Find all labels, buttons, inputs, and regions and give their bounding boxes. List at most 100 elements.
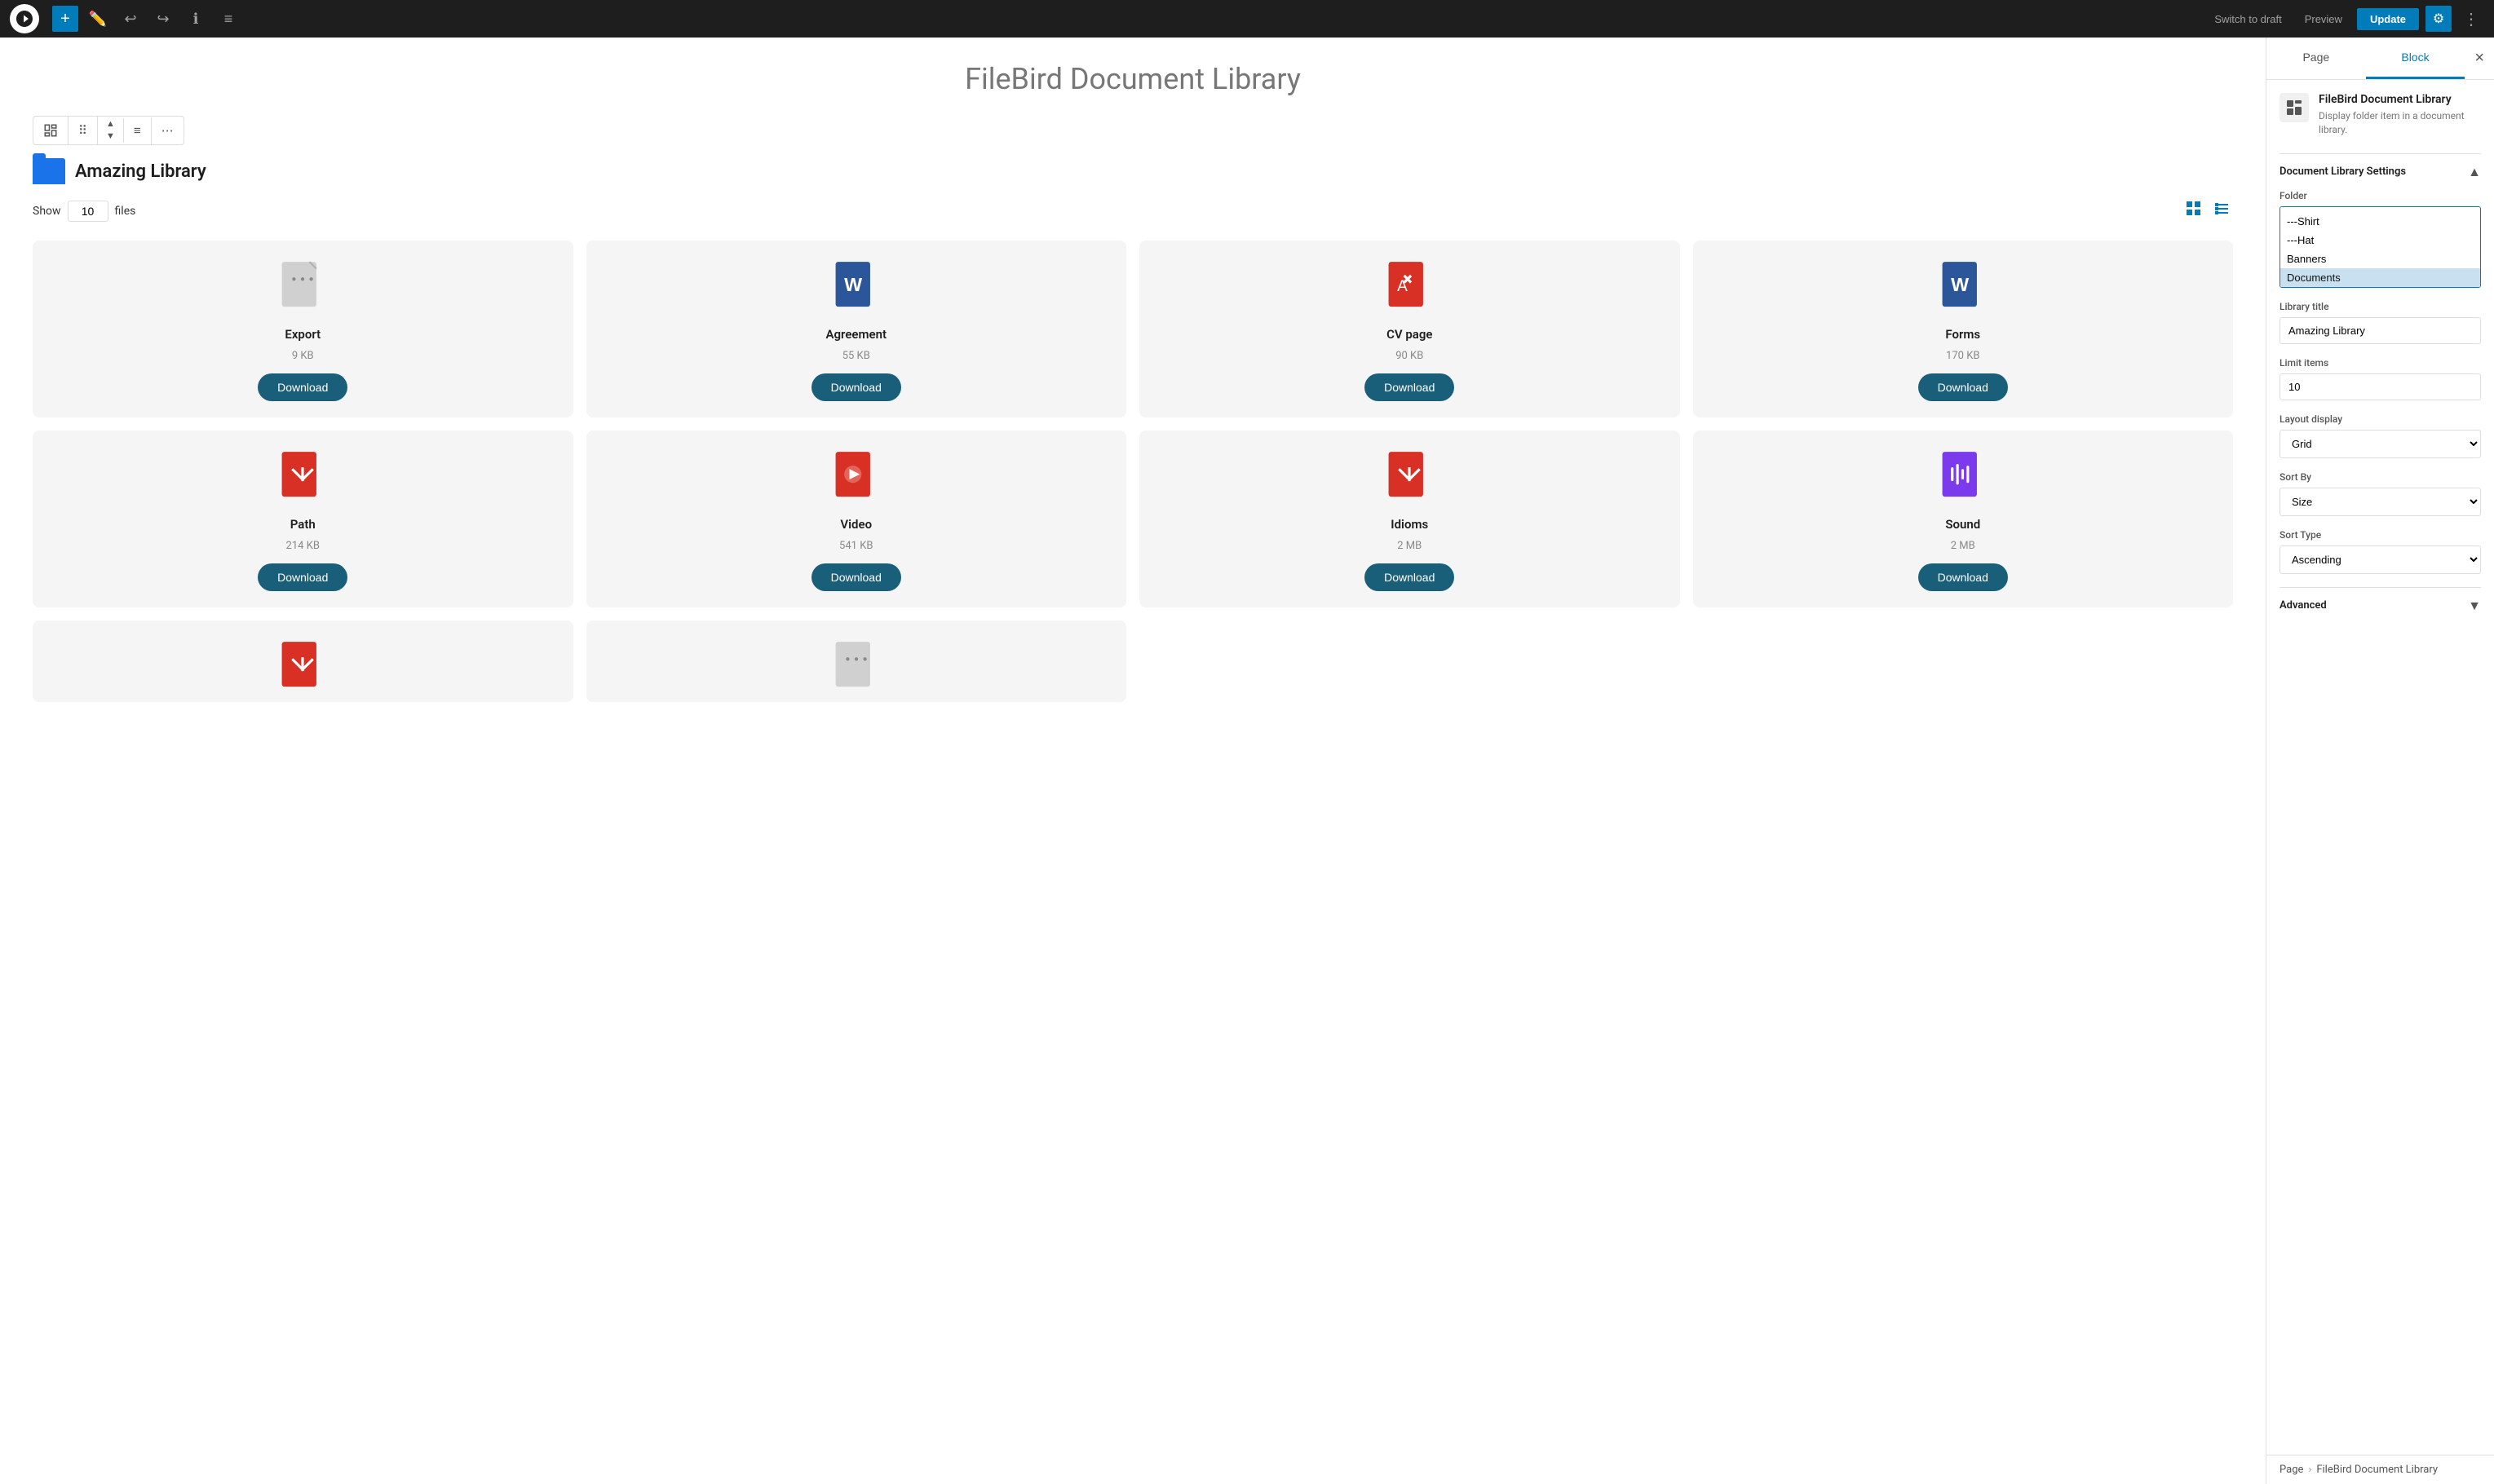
more-block-options-button[interactable]: ⋯ [152, 117, 184, 144]
settings-header[interactable]: Document Library Settings ▲ [2280, 153, 2481, 190]
file-icon-partial-2 [830, 640, 882, 699]
tab-page[interactable]: Page [2266, 38, 2366, 79]
file-card-partial-1 [33, 621, 573, 702]
preview-button[interactable]: Preview [2297, 8, 2350, 30]
download-button-2[interactable]: Download [1364, 373, 1454, 401]
file-size-7: 2 MB [1951, 540, 1975, 552]
folder-icon [33, 158, 65, 184]
move-up-button[interactable]: ▲ [98, 118, 123, 130]
files-label: files [115, 205, 136, 218]
file-icon-forms: W [1937, 260, 1989, 319]
breadcrumb-separator: › [2308, 1464, 2311, 1476]
download-button-4[interactable]: Download [258, 563, 347, 591]
folder-option-4[interactable]: Banners [2280, 250, 2480, 268]
show-files-control: Show files [33, 201, 135, 222]
settings-section: Document Library Settings ▲ Folder -Fash… [2280, 153, 2481, 574]
file-size-5: 541 KB [839, 540, 873, 552]
view-toggle [2182, 197, 2233, 224]
update-button[interactable]: Update [2357, 8, 2419, 30]
download-button-5[interactable]: Download [811, 563, 901, 591]
grid-view-button[interactable] [2182, 197, 2205, 224]
align-button[interactable]: ≡ [124, 117, 152, 144]
library-title-input[interactable] [2280, 317, 2481, 344]
drag-button[interactable]: ⠿ [69, 117, 98, 144]
folder-option-2[interactable]: ---Shirt [2280, 212, 2480, 231]
file-card-cv: A CV page 90 KB Download [1139, 241, 1680, 417]
sort-type-select[interactable]: Ascending Descending [2280, 545, 2481, 574]
tools-button[interactable]: ≡ [215, 6, 241, 32]
block-toolbar: ⠿ ▲ ▼ ≡ ⋯ [33, 116, 184, 145]
library-name: Amazing Library [75, 161, 206, 182]
more-options-button[interactable]: ⋮ [2458, 6, 2484, 32]
file-card-path: Path 214 KB Download [33, 431, 573, 607]
file-grid-row3-partial [33, 621, 2233, 702]
download-button-6[interactable]: Download [1364, 563, 1454, 591]
file-size-6: 2 MB [1397, 540, 1422, 552]
tab-block[interactable]: Block [2366, 38, 2465, 79]
folder-option-5[interactable]: Documents [2280, 268, 2480, 287]
limit-items-input[interactable] [2280, 373, 2481, 400]
svg-text:W: W [1951, 274, 1969, 295]
library-title-field-group: Library title [2280, 301, 2481, 344]
file-icon-sound [1937, 450, 1989, 509]
folder-field-group: Folder -Fashion --Women's ---Shirt ---Ha… [2280, 190, 2481, 288]
file-icon-video [830, 450, 882, 509]
file-icon-agreement: W [830, 260, 882, 319]
block-info-desc: Display folder item in a document librar… [2319, 109, 2481, 137]
download-button-0[interactable]: Download [258, 373, 347, 401]
undo-button[interactable]: ↩ [117, 6, 144, 32]
sort-by-label: Sort By [2280, 471, 2481, 483]
download-button-7[interactable]: Download [1918, 563, 2008, 591]
move-buttons: ▲ ▼ [98, 118, 124, 143]
list-view-button[interactable] [2210, 197, 2233, 224]
wp-logo [10, 4, 39, 33]
file-card-video: Video 541 KB Download [586, 431, 1127, 607]
sort-by-select[interactable]: Name Size Date [2280, 488, 2481, 516]
limit-items-field-group: Limit items [2280, 357, 2481, 400]
sort-by-field-group: Sort By Name Size Date [2280, 471, 2481, 516]
settings-gear-button[interactable]: ⚙ [2425, 6, 2452, 32]
file-icon-idioms [1383, 450, 1435, 509]
folder-option-3[interactable]: ---Hat [2280, 231, 2480, 250]
file-card-forms: W Forms 170 KB Download [1693, 241, 2234, 417]
layout-select[interactable]: Grid List [2280, 430, 2481, 458]
switch-to-draft-button[interactable]: Switch to draft [2206, 8, 2289, 30]
file-card-agreement: W Agreement 55 KB Download [586, 241, 1127, 417]
sidebar-close-button[interactable]: × [2465, 38, 2494, 79]
download-button-1[interactable]: Download [811, 373, 901, 401]
sidebar-tabs: Page Block × [2266, 38, 2494, 80]
file-name-0: Export [285, 327, 321, 342]
library-title-label: Library title [2280, 301, 2481, 312]
folder-option-1[interactable]: --Women's [2280, 206, 2480, 212]
file-card-sound: Sound 2 MB Download [1693, 431, 2234, 607]
redo-button[interactable]: ↪ [150, 6, 176, 32]
file-icon-partial-1 [276, 640, 329, 699]
edit-button[interactable]: ✏️ [85, 6, 111, 32]
folder-select[interactable]: -Fashion --Women's ---Shirt ---Hat Banne… [2280, 206, 2481, 288]
add-block-button[interactable]: + [52, 6, 78, 32]
file-size-2: 90 KB [1395, 350, 1423, 362]
sidebar-content: FileBird Document Library Display folder… [2266, 80, 2494, 1455]
download-button-3[interactable]: Download [1918, 373, 2008, 401]
collapse-icon: ▲ [2468, 164, 2481, 180]
advanced-header[interactable]: Advanced ▼ [2280, 587, 2481, 624]
advanced-expand-icon: ▼ [2468, 598, 2481, 614]
file-card-partial-2 [586, 621, 1127, 702]
sort-type-field-group: Sort Type Ascending Descending [2280, 529, 2481, 574]
controls-row: Show files [33, 197, 2233, 224]
layout-label: Layout display [2280, 413, 2481, 425]
advanced-title: Advanced [2280, 599, 2327, 612]
block-info-text: FileBird Document Library Display folder… [2319, 93, 2481, 137]
move-down-button[interactable]: ▼ [98, 130, 123, 143]
show-count-input[interactable] [68, 201, 108, 222]
block-info: FileBird Document Library Display folder… [2280, 93, 2481, 137]
breadcrumb-page-link[interactable]: Page [2280, 1464, 2303, 1476]
editor-area: FileBird Document Library ⠿ ▲ ▼ ≡ ⋯ Amaz… [0, 38, 2266, 1484]
block-icon-button[interactable] [33, 117, 69, 144]
file-name-7: Sound [1945, 517, 1980, 532]
info-button[interactable]: ℹ [183, 6, 209, 32]
file-name-6: Idioms [1391, 517, 1428, 532]
sidebar: Page Block × FileBird Document Library D… [2266, 38, 2494, 1484]
page-title: FileBird Document Library [33, 62, 2233, 96]
file-name-1: Agreement [826, 327, 887, 342]
